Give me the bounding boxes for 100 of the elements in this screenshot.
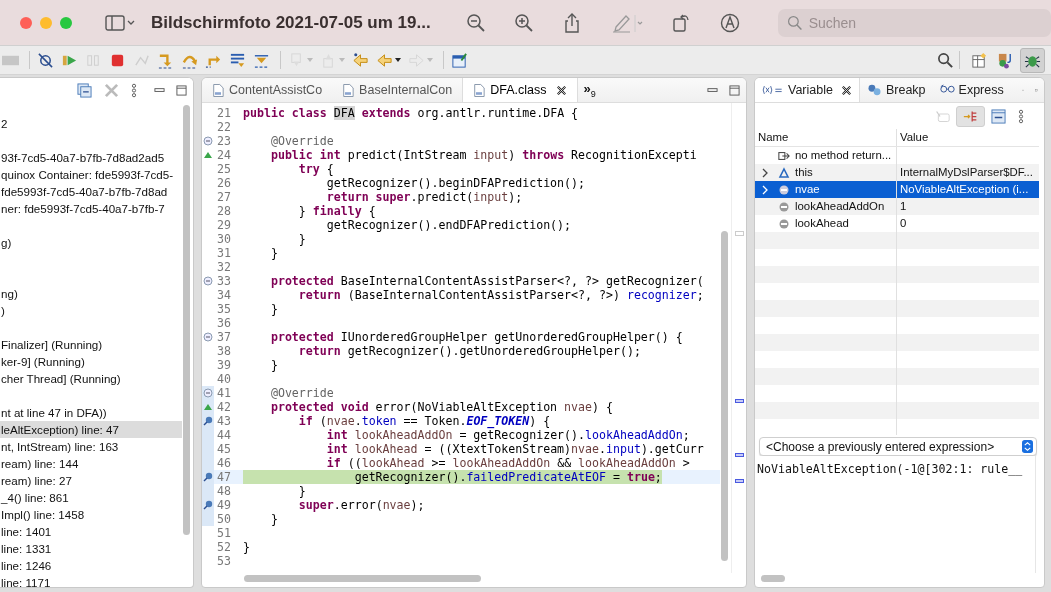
perspective-button[interactable] [1020, 47, 1045, 73]
breakpoint-marker[interactable] [735, 452, 744, 457]
line-number: 51 [216, 526, 231, 540]
stack-frame-row[interactable]: Impl() line: 1458 [0, 506, 182, 523]
code-line: @Override [269, 386, 334, 400]
stack-frame-row[interactable]: ner: fde5993f-7cd5-40a7-b7fb-7 [0, 200, 182, 217]
collapse-all-icon[interactable] [991, 108, 1006, 124]
line-number: 22 [216, 120, 231, 134]
return-icon [778, 149, 790, 162]
line-number: 23 [216, 134, 231, 148]
close-icon[interactable] [840, 84, 852, 96]
line-number: 26 [216, 176, 231, 190]
line-number: 27 [216, 190, 231, 204]
fold-icon[interactable] [203, 136, 213, 146]
search-icon[interactable] [937, 51, 954, 69]
stack-frame-row[interactable]: 93f-7cd5-40a7-b7fb-7d8ad2ad5 [0, 149, 182, 166]
variable-row[interactable]: lookAheadAddOn 1 [755, 198, 1039, 215]
stack-frame-row[interactable]: Finalizer] (Running) [0, 336, 182, 353]
code-line: } [269, 246, 278, 260]
code-line: return (BaseInternalContentAssistParser<?, ?>) recognizer; [297, 288, 704, 302]
java-icon [997, 51, 1014, 69]
stack-frame-row[interactable]: line: 1331 [0, 540, 182, 557]
line-number: 44 [216, 428, 231, 442]
fold-icon[interactable] [203, 332, 213, 342]
class-file-icon [212, 82, 224, 98]
close-button[interactable] [20, 16, 32, 29]
variable-row[interactable]: this InternalMyDslParser$DF... [755, 164, 1039, 181]
code-line: } [269, 512, 278, 526]
toolbar-button[interactable] [35, 51, 56, 69]
variable-row[interactable]: nvae NoViableAltException (i... [755, 181, 1039, 198]
more-tabs-button[interactable]: »$_{9}$ [577, 81, 602, 99]
stack-frame-row[interactable]: ) [0, 302, 182, 319]
remove-all-icon[interactable] [104, 82, 119, 98]
column-header[interactable]: Name [755, 129, 897, 146]
line-number: 28 [216, 204, 231, 218]
collapse-all-icon[interactable] [77, 82, 92, 98]
editor-tab[interactable]: BaseInternalCon [332, 78, 463, 102]
stack-frame-row[interactable]: line: 1401 [0, 523, 182, 540]
stack-frame-row[interactable]: ng) [0, 285, 182, 302]
expression-dropdown[interactable]: <Choose a previously entered expression> [759, 437, 1037, 456]
stack-frame-row[interactable]: nt at line 47 in DFA)) [0, 404, 182, 421]
view-menu-icon[interactable] [131, 82, 137, 98]
view-tab[interactable]: Variable [755, 78, 860, 102]
triangle-icon [778, 166, 790, 179]
stack-frame-row[interactable]: ream) line: 27 [0, 472, 182, 489]
local-variable-icon [778, 183, 790, 196]
line-number: 35 [216, 302, 231, 316]
scroll-marker[interactable] [735, 231, 744, 236]
sidebar-icon[interactable] [104, 14, 136, 31]
stack-frame-row[interactable]: 2 [0, 115, 182, 132]
code-line: } [269, 358, 278, 372]
view-menu-icon[interactable] [1018, 108, 1024, 124]
override-icon [203, 150, 213, 160]
editor-tab[interactable]: ContentAssistCo [202, 78, 333, 102]
local-variable-icon [778, 217, 790, 230]
code-line: @Override [269, 134, 334, 148]
line-number: 30 [216, 232, 231, 246]
line-number: 38 [216, 344, 231, 358]
detail-text: NoViableAltException(-1@[302:1: rule__ [757, 462, 1023, 476]
zoom-in-icon[interactable] [513, 12, 534, 33]
stack-frame-row[interactable]: leAltException) line: 47 [0, 421, 182, 438]
stack-frame-row[interactable]: line: 1171 [0, 574, 182, 587]
toolbar-button[interactable] [374, 51, 403, 69]
stack-frame-row[interactable]: cher Thread] (Running) [0, 370, 182, 387]
chevron-right-icon[interactable] [761, 167, 769, 178]
markup-icon[interactable] [719, 12, 740, 33]
rotate-icon[interactable] [671, 12, 692, 33]
editor-tab[interactable]: DFA.class [462, 78, 578, 102]
dropdown-icon [339, 57, 345, 63]
line-number: 45 [216, 442, 231, 456]
line-number: 32 [216, 260, 231, 274]
stack-frame-row[interactable]: ream) line: 144 [0, 455, 182, 472]
code-line: getRecognizer().endDFAPrediction(); [325, 218, 572, 232]
search-field[interactable]: Suchen [777, 8, 1051, 37]
fold-icon[interactable] [203, 276, 213, 286]
line-number: 33 [216, 274, 231, 288]
view-tab[interactable]: Breakp [859, 78, 933, 102]
stack-frame-row[interactable]: nt, IntStream) line: 163 [0, 438, 182, 455]
code-line: int lookAheadAddOn = getRecognizer().lookAheadAddOn; [325, 428, 690, 442]
stack-frame-row[interactable]: line: 1246 [0, 557, 182, 574]
breakpoint-marker[interactable] [735, 479, 744, 484]
code-line: int lookAhead = ((XtextTokenStream)nvae.input).getCurr [325, 442, 704, 456]
stack-frame-row[interactable]: quinox Container: fde5993f-7cd5- [0, 166, 182, 183]
stack-frame-row[interactable]: g) [0, 234, 182, 251]
zoom-out-icon[interactable] [465, 12, 486, 33]
line-number: 29 [216, 218, 231, 232]
code-line: if (nvae.token == Token.EOF_TOKEN) { [297, 414, 551, 428]
view-tab[interactable]: Express [932, 78, 1011, 102]
local-variable-icon [778, 200, 790, 213]
toolbar-button[interactable] [449, 51, 470, 69]
stack-frame-row[interactable]: _4() line: 861 [0, 489, 182, 506]
close-icon[interactable] [555, 84, 567, 96]
code-line: try { [297, 162, 334, 176]
logical-structure-button[interactable] [956, 105, 985, 127]
breakpoint-marker[interactable] [735, 399, 744, 404]
stack-frame-row[interactable]: fde5993f-7cd5-40a7-b7fb-7d8ad [0, 183, 182, 200]
code-line: getRecognizer().beginDFAPrediction(); [325, 176, 586, 190]
stack-frame-row[interactable]: ker-9] (Running) [0, 353, 182, 370]
column-header[interactable]: Value [897, 129, 1039, 146]
line-number: 52 [216, 540, 231, 554]
